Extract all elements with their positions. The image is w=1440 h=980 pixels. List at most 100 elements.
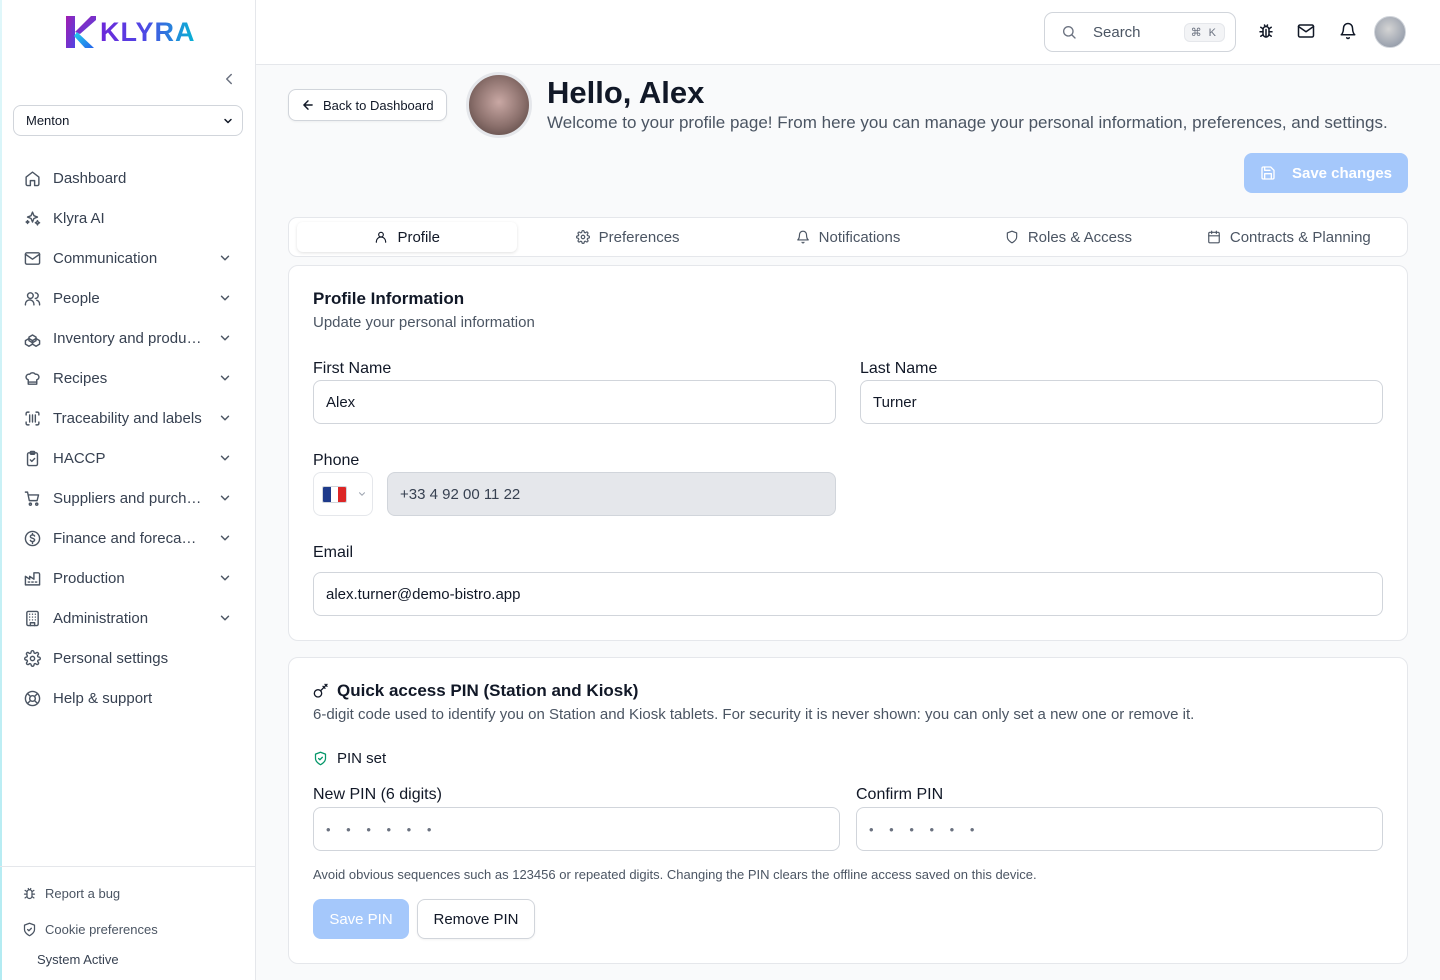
phone-label: Phone — [313, 452, 360, 469]
confirm-pin-field[interactable]: • • • • • • — [856, 807, 1383, 851]
users-icon — [24, 291, 41, 306]
page-subtitle: Welcome to your profile page! From here … — [547, 113, 1388, 132]
bug-icon[interactable] — [1257, 22, 1275, 40]
pin-hint: Avoid obvious sequences such as 123456 o… — [313, 867, 1037, 882]
report-bug-link[interactable]: Report a bug — [0, 875, 256, 911]
scan-barcode-icon — [25, 410, 40, 426]
save-changes-label: Save changes — [1291, 164, 1393, 182]
gear-icon — [575, 230, 590, 244]
sidebar-item-recipes[interactable]: Recipes — [0, 358, 256, 398]
sidebar-item-administration[interactable]: Administration — [0, 598, 256, 638]
first-name-field[interactable]: Alex — [313, 380, 836, 424]
card-subtitle: Update your personal information — [313, 314, 535, 331]
system-status: System Active — [37, 952, 119, 967]
mail-icon — [24, 251, 41, 265]
chevron-down-icon — [220, 375, 230, 381]
klyra-logo[interactable]: KLYRA — [64, 14, 196, 50]
sidebar-item-haccp[interactable]: HACCP — [0, 438, 256, 478]
mail-icon[interactable] — [1297, 22, 1315, 40]
sidebar-item-production[interactable]: Production — [0, 558, 256, 598]
sidebar-item-label: Communication — [53, 249, 158, 267]
bug-icon — [23, 887, 36, 899]
tab-notifications[interactable]: Notifications — [738, 222, 958, 252]
chevron-down-icon — [220, 495, 230, 501]
collapse-sidebar-chevron-left-icon[interactable] — [220, 70, 238, 88]
first-name-label: First Name — [313, 360, 392, 377]
pin-status-label: PIN set — [337, 750, 387, 767]
quick-access-pin-card: Quick access PIN (Station and Kiosk) 6-d… — [288, 657, 1408, 964]
sidebar-item-label: Finance and forecasting — [53, 529, 203, 547]
card-title: Profile Information — [313, 289, 465, 308]
chevron-down-icon — [220, 255, 230, 261]
calendar-icon — [1208, 230, 1220, 244]
tab-roles-access[interactable]: Roles & Access — [958, 222, 1178, 252]
tab-label: Roles & Access — [1027, 228, 1133, 246]
chevron-down-icon — [220, 295, 230, 301]
confirm-pin-label: Confirm PIN — [856, 786, 944, 803]
sidebar-item-suppliers[interactable]: Suppliers and purchasing — [0, 478, 256, 518]
new-pin-field[interactable]: • • • • • • — [313, 807, 840, 851]
phone-field[interactable]: +33 4 92 00 11 22 — [387, 472, 836, 516]
life-buoy-icon — [24, 690, 41, 706]
save-pin-button[interactable]: Save PIN — [313, 899, 409, 939]
remove-pin-button[interactable]: Remove PIN — [417, 899, 535, 939]
sparkles-icon — [25, 210, 41, 226]
sidebar-item-label: Personal settings — [53, 649, 169, 667]
klyra-logo-mark-icon — [66, 16, 96, 48]
sidebar-item-label: Recipes — [53, 369, 108, 387]
sidebar: KLYRA Menton Dashboard Klyra AI Communic… — [0, 0, 256, 980]
bell-icon[interactable] — [1339, 22, 1357, 40]
sidebar-item-label: People — [53, 289, 100, 307]
shield-check-icon — [23, 922, 36, 936]
chevron-down-icon — [220, 455, 230, 461]
search-icon — [1063, 26, 1076, 39]
home-icon — [25, 170, 40, 186]
tab-label: Contracts & Planning — [1229, 228, 1371, 246]
tab-preferences[interactable]: Preferences — [517, 222, 737, 252]
back-to-dashboard-button[interactable]: Back to Dashboard — [288, 89, 447, 121]
tab-label: Notifications — [818, 228, 901, 246]
email-label: Email — [313, 544, 354, 561]
gear-icon — [24, 649, 41, 667]
phone-country-select[interactable] — [313, 472, 373, 516]
profile-avatar[interactable] — [466, 72, 532, 138]
search-input[interactable]: Search ⌘ K — [1044, 12, 1236, 52]
cookie-preferences-label: Cookie preferences — [45, 921, 158, 937]
save-changes-button[interactable]: Save changes — [1244, 153, 1408, 193]
sidebar-item-inventory[interactable]: Inventory and products — [0, 318, 256, 358]
key-icon — [313, 683, 328, 698]
sidebar-item-people[interactable]: People — [0, 278, 256, 318]
tab-contracts-planning[interactable]: Contracts & Planning — [1179, 222, 1399, 252]
cookie-preferences-link[interactable]: Cookie preferences — [0, 911, 256, 947]
chevron-down-icon — [358, 492, 366, 496]
chevron-down-icon — [224, 118, 232, 123]
pin-status: PIN set — [313, 750, 386, 767]
sidebar-item-label: Klyra AI — [53, 209, 105, 227]
organization-select[interactable]: Menton — [13, 105, 243, 136]
sidebar-item-klyra-ai[interactable]: Klyra AI — [0, 198, 256, 238]
email-field[interactable]: alex.turner@demo-bistro.app — [313, 572, 1383, 616]
user-avatar[interactable] — [1374, 16, 1406, 48]
card-subtitle: 6-digit code used to identify you on Sta… — [313, 706, 1195, 723]
france-flag-icon — [322, 485, 347, 503]
sidebar-item-help-support[interactable]: Help & support — [0, 678, 256, 718]
sidebar-item-label: Production — [53, 569, 125, 587]
chevron-down-icon — [220, 615, 230, 621]
new-pin-label: New PIN (6 digits) — [313, 786, 442, 803]
clipboard-check-icon — [26, 450, 39, 466]
sidebar-item-finance[interactable]: Finance and forecasting — [0, 518, 256, 558]
dollar-circle-icon — [24, 530, 41, 546]
sidebar-item-label: HACCP — [53, 449, 106, 467]
sidebar-item-personal-settings[interactable]: Personal settings — [0, 638, 256, 678]
sidebar-item-dashboard[interactable]: Dashboard — [0, 158, 256, 198]
new-pin-placeholder: • • • • • • — [326, 821, 438, 837]
tab-profile[interactable]: Profile — [297, 222, 518, 252]
sidebar-item-communication[interactable]: Communication — [0, 238, 256, 278]
sidebar-item-label: Administration — [53, 609, 149, 627]
last-name-field[interactable]: Turner — [860, 380, 1383, 424]
sidebar-item-traceability[interactable]: Traceability and labels — [0, 398, 256, 438]
save-icon — [1261, 166, 1275, 180]
shield-icon — [1006, 230, 1018, 244]
bell-icon — [796, 230, 809, 244]
arrow-left-icon — [303, 100, 313, 110]
